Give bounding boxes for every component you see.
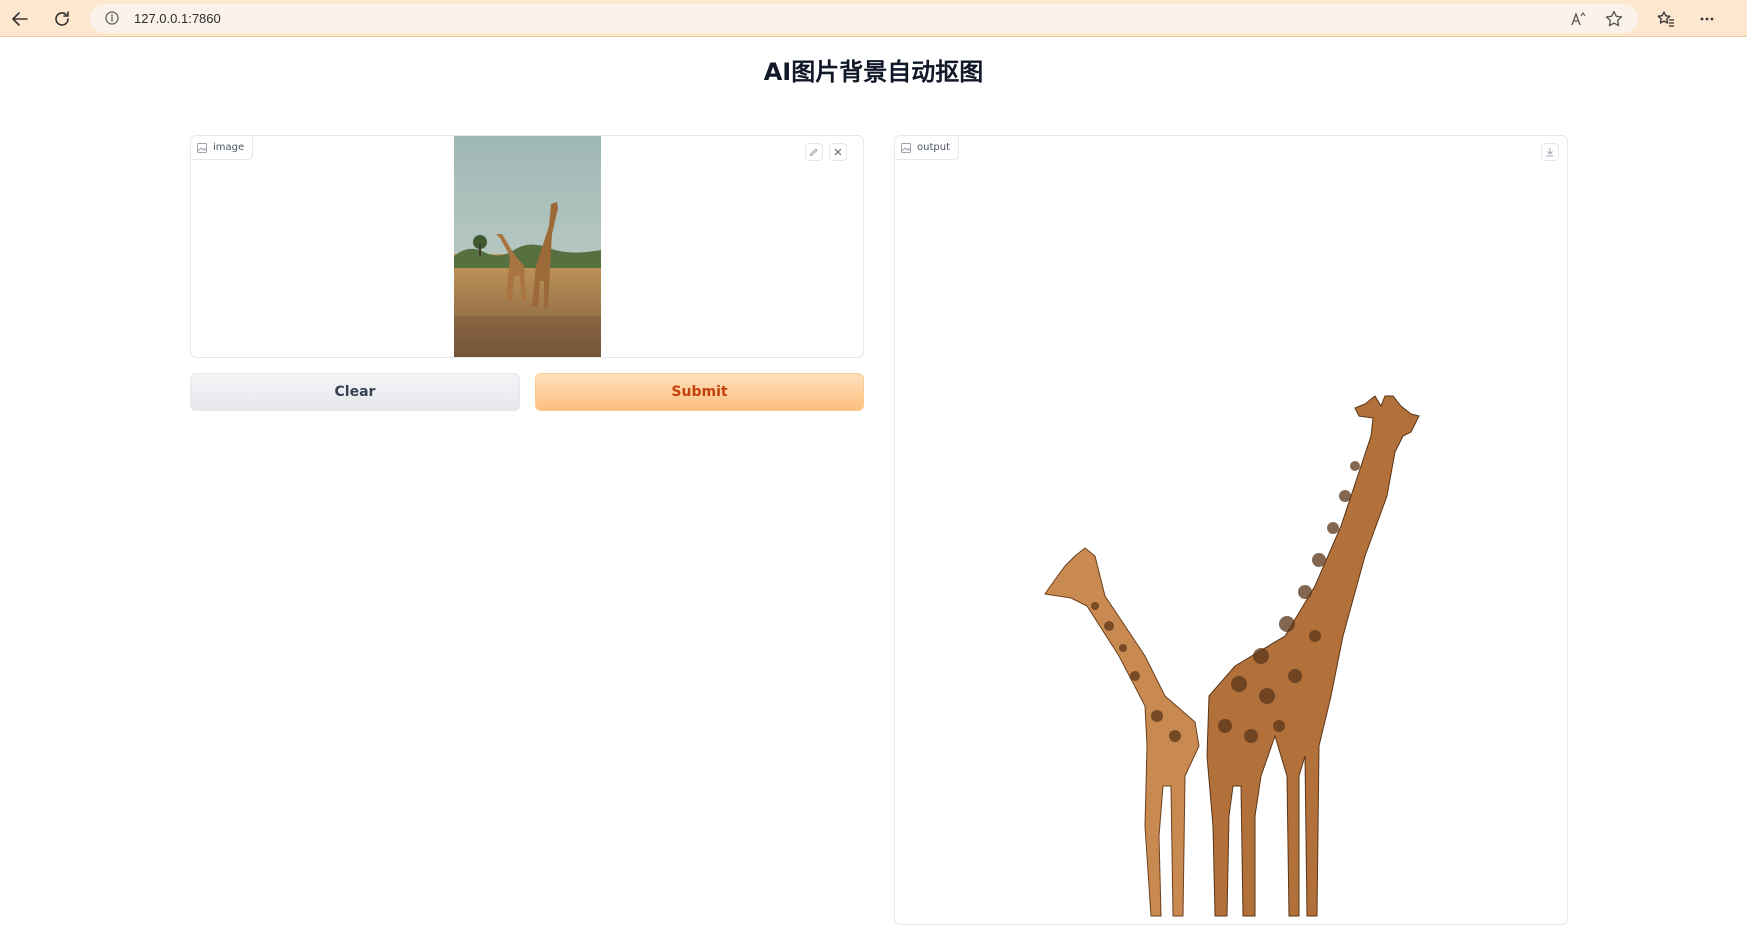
close-icon[interactable] (829, 143, 847, 161)
submit-button[interactable]: Submit (535, 373, 864, 411)
back-icon[interactable] (8, 7, 32, 31)
edit-icon[interactable] (805, 143, 823, 161)
more-icon[interactable] (1695, 7, 1719, 31)
image-input-panel[interactable]: image (190, 135, 864, 358)
download-icon[interactable] (1541, 143, 1559, 161)
image-label-text: image (213, 142, 245, 153)
clear-button[interactable]: Clear (190, 373, 520, 411)
favorites-icon[interactable] (1654, 7, 1678, 31)
page-title: AI图片背景自动抠图 (763, 58, 984, 86)
read-aloud-icon[interactable] (1570, 10, 1588, 28)
uploaded-image (454, 136, 601, 357)
output-image-panel: output (894, 135, 1568, 925)
image-icon (197, 142, 207, 153)
output-label: output (895, 136, 959, 160)
url-text[interactable]: 127.0.0.1:7860 (134, 11, 221, 26)
star-icon[interactable] (1604, 9, 1624, 29)
refresh-icon[interactable] (50, 7, 74, 31)
output-image (895, 136, 1567, 924)
address-bar[interactable]: 127.0.0.1:7860 (90, 4, 1638, 33)
image-label: image (191, 136, 254, 160)
output-label-text: output (917, 142, 950, 153)
info-icon[interactable] (104, 10, 120, 26)
browser-toolbar: 127.0.0.1:7860 (0, 0, 1747, 37)
image-icon (901, 142, 911, 153)
